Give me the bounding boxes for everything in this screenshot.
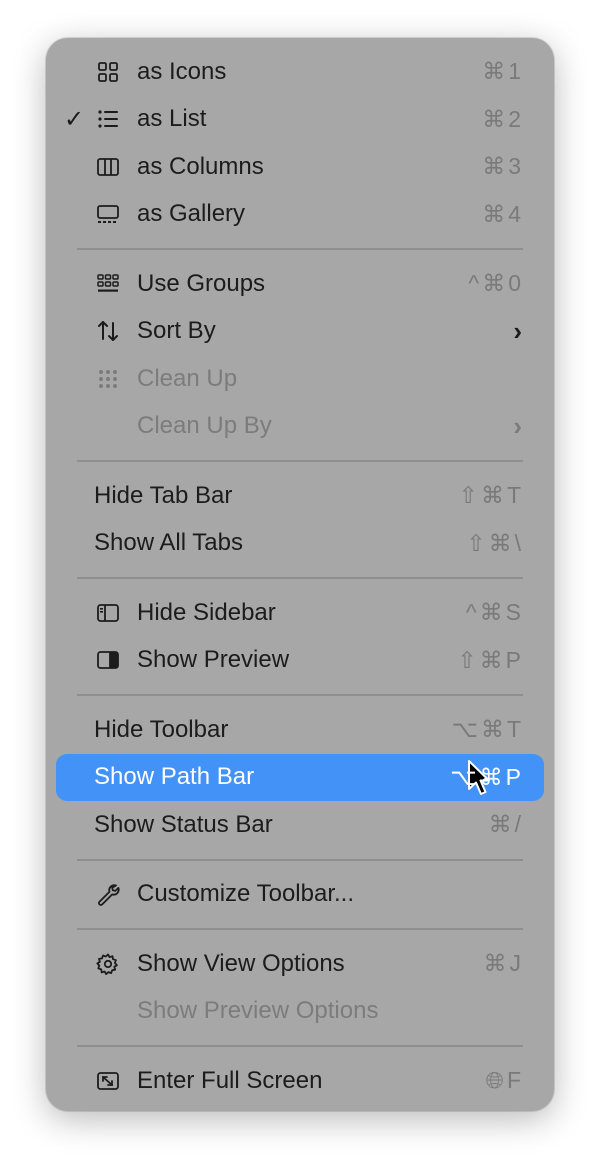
menu-item-label: Enter Full Screen — [137, 1066, 323, 1094]
keyboard-shortcut: ⌘1 — [482, 58, 524, 85]
view-menu: as Icons ⌘1 ✓ as List ⌘2 as Columns ⌘3 a… — [46, 38, 554, 1111]
clean-up-icon — [94, 365, 122, 393]
preview-icon — [94, 646, 122, 674]
menu-separator — [77, 248, 523, 250]
menu-item-label: as Columns — [137, 152, 264, 180]
menu-item-label: Show Preview Options — [137, 997, 379, 1025]
menu-item-label: Hide Toolbar — [94, 715, 229, 743]
menu-item-customize-toolbar[interactable]: Customize Toolbar... — [56, 871, 544, 919]
menu-item-as-list[interactable]: ✓ as List ⌘2 — [56, 96, 544, 144]
menu-item-clean-up: Clean Up — [56, 355, 544, 403]
menu-item-clean-up-by: Clean Up By › — [56, 403, 544, 451]
keyboard-shortcut: 🌐︎F — [485, 1067, 524, 1094]
menu-item-label: Show View Options — [137, 949, 345, 977]
menu-item-show-view-options[interactable]: Show View Options ⌘J — [56, 940, 544, 988]
menu-item-label: as Gallery — [137, 200, 246, 228]
menu-item-sort-by[interactable]: Sort By › — [56, 308, 544, 356]
menu-separator — [77, 1045, 523, 1047]
columns-icon — [94, 153, 122, 181]
wrench-icon — [94, 880, 122, 908]
menu-item-as-columns[interactable]: as Columns ⌘3 — [56, 143, 544, 191]
keyboard-shortcut: ^⌘S — [465, 599, 524, 626]
keyboard-shortcut: ⌘J — [483, 950, 524, 977]
menu-item-show-preview[interactable]: Show Preview ⇧⌘P — [56, 637, 544, 685]
checkmark-icon: ✓ — [63, 105, 85, 133]
menu-item-label: as Icons — [137, 57, 227, 85]
menu-item-enter-full-screen[interactable]: Enter Full Screen 🌐︎F — [56, 1057, 544, 1105]
menu-item-show-preview-options: Show Preview Options — [56, 988, 544, 1036]
menu-item-show-all-tabs[interactable]: Show All Tabs ⇧⌘\ — [56, 520, 544, 568]
keyboard-shortcut: ⌥⌘P — [450, 763, 524, 790]
keyboard-shortcut: ⌘4 — [482, 200, 524, 227]
menu-item-label: Show All Tabs — [94, 529, 243, 557]
list-icon — [94, 105, 122, 133]
menu-item-hide-sidebar[interactable]: Hide Sidebar ^⌘S — [56, 589, 544, 637]
keyboard-shortcut: ⇧⌘\ — [466, 529, 524, 556]
menu-separator — [77, 694, 523, 696]
menu-item-label: Customize Toolbar... — [137, 880, 354, 908]
chevron-right-icon: › — [513, 315, 522, 346]
keyboard-shortcut: ^⌘0 — [468, 270, 524, 297]
chevron-right-icon: › — [513, 410, 522, 441]
menu-item-show-path-bar[interactable]: Show Path Bar ⌥⌘P — [56, 753, 544, 801]
menu-item-as-icons[interactable]: as Icons ⌘1 — [56, 48, 544, 96]
groups-icon — [94, 270, 122, 298]
menu-item-hide-tab-bar[interactable]: Hide Tab Bar ⇧⌘T — [56, 472, 544, 520]
keyboard-shortcut: ⌘/ — [488, 811, 524, 838]
keyboard-shortcut: ⌘2 — [482, 105, 524, 132]
menu-item-label: Show Preview — [137, 646, 290, 674]
gallery-icon — [94, 200, 122, 228]
icons-grid-icon — [94, 58, 122, 86]
full-screen-icon — [94, 1067, 122, 1095]
menu-item-label: Sort By — [137, 317, 216, 345]
menu-separator — [77, 577, 523, 579]
sidebar-icon — [94, 599, 122, 627]
menu-item-label: Show Status Bar — [94, 810, 273, 838]
menu-separator — [77, 858, 523, 861]
keyboard-shortcut: ⌥⌘T — [451, 716, 524, 743]
menu-item-label: Clean Up By — [137, 412, 272, 440]
keyboard-shortcut: ⌘3 — [482, 153, 524, 180]
menu-item-label: Clean Up — [137, 364, 238, 392]
menu-item-as-gallery[interactable]: as Gallery ⌘4 — [56, 191, 544, 239]
menu-item-use-groups[interactable]: Use Groups ^⌘0 — [56, 260, 544, 308]
menu-item-label: Hide Sidebar — [137, 598, 276, 626]
gear-icon — [94, 950, 122, 978]
menu-item-label: Use Groups — [137, 269, 266, 297]
menu-item-label: Hide Tab Bar — [94, 481, 233, 509]
menu-item-label: as List — [137, 105, 207, 133]
menu-separator — [77, 460, 523, 462]
menu-item-label: Show Path Bar — [94, 763, 255, 791]
menu-separator — [77, 928, 523, 930]
menu-item-show-status-bar[interactable]: Show Status Bar ⌘/ — [56, 801, 544, 849]
menu-item-hide-toolbar[interactable]: Hide Toolbar ⌥⌘T — [56, 706, 544, 754]
keyboard-shortcut: ⇧⌘T — [458, 482, 524, 509]
sort-icon — [94, 317, 122, 345]
keyboard-shortcut: ⇧⌘P — [457, 646, 524, 673]
